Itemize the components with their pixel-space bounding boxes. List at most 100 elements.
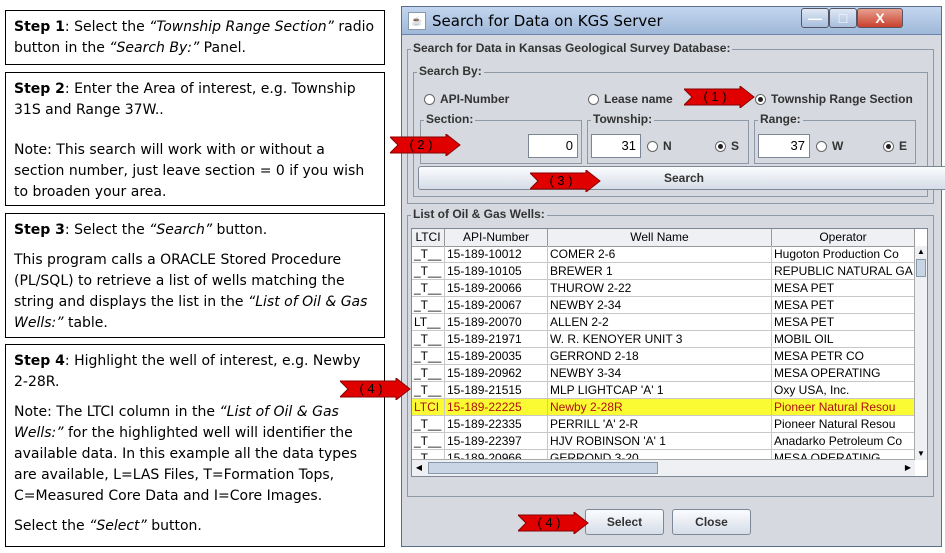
- table-row[interactable]: _T__ 15-189-10105 BREWER 1 REPUBLIC NATURAL…: [412, 263, 915, 280]
- step-4-text: : Highlight the well of interest, e.g. N…: [14, 353, 361, 390]
- table-cell: 15-189-22225: [445, 399, 548, 415]
- wells-table[interactable]: LTCI API-Number Well Name Operator _T__ 15-1…: [411, 228, 928, 477]
- step-2-box: Step 2: Enter the Area of interest, e.g.…: [5, 72, 385, 206]
- scroll-up-icon[interactable]: ▲: [915, 246, 927, 258]
- step-4-row-arrow: ( 4 ): [340, 378, 412, 400]
- table-row[interactable]: _T__ 15-189-20962 NEWBY 3-34 MESA OPERATING: [412, 365, 915, 382]
- step-1-em: “Township Range Section”: [149, 19, 334, 35]
- table-cell: _T__: [412, 280, 445, 296]
- table-cell: COMER 2-6: [548, 246, 772, 262]
- step-4-note-b: for the highlighted well will identifier…: [14, 425, 358, 504]
- close-window-button[interactable]: X: [857, 8, 903, 28]
- step-4-select-em: “Select”: [89, 518, 147, 534]
- table-row[interactable]: _T__ 15-189-21515 MLP LIGHTCAP 'A' 1 Oxy US…: [412, 382, 915, 399]
- close-button[interactable]: Close: [672, 509, 751, 535]
- table-cell: ALLEN 2-2: [548, 314, 772, 330]
- table-header: LTCI API-Number Well Name Operator: [412, 229, 915, 247]
- radio-east[interactable]: E: [883, 139, 907, 153]
- scroll-thumb[interactable]: [916, 259, 926, 277]
- wells-list-title: List of Oil & Gas Wells:: [411, 207, 547, 221]
- table-cell: _T__: [412, 382, 445, 398]
- table-row[interactable]: _T__ 15-189-20066 THUROW 2-22 MESA PET: [412, 280, 915, 297]
- radio-township-range-section[interactable]: Township Range Section: [755, 92, 913, 106]
- table-row[interactable]: _T__ 15-189-22397 HJV ROBINSON 'A' 1 Anadar…: [412, 433, 915, 450]
- step-3-body-b: table.: [63, 315, 108, 331]
- table-cell: Pioneer Natural Resou: [772, 399, 915, 415]
- table-cell: _T__: [412, 416, 445, 432]
- column-header-3[interactable]: Operator: [772, 229, 915, 246]
- table-cell: REPUBLIC NATURAL GA: [772, 263, 915, 279]
- step-2-note: Note: This search will work with or with…: [14, 142, 365, 200]
- column-header-2[interactable]: Well Name: [548, 229, 772, 246]
- hscroll-thumb[interactable]: [428, 462, 658, 474]
- step-1-arrow-label: ( 1 ): [703, 89, 727, 104]
- radio-west-dot: [816, 140, 827, 152]
- radio-west[interactable]: W: [816, 139, 843, 153]
- table-cell: 15-189-20035: [445, 348, 548, 364]
- table-cell: W. R. KENOYER UNIT 3: [548, 331, 772, 347]
- table-row[interactable]: _T__ 15-189-21971 W. R. KENOYER UNIT 3 MOBI…: [412, 331, 915, 348]
- table-row[interactable]: _T__ 15-189-20035 GERROND 2-18 MESA PETR CO: [412, 348, 915, 365]
- step-3-title: Step 3: [14, 222, 65, 238]
- table-cell: HJV ROBINSON 'A' 1: [548, 433, 772, 449]
- table-cell: THUROW 2-22: [548, 280, 772, 296]
- table-cell: MESA PET: [772, 314, 915, 330]
- table-cell: _T__: [412, 263, 445, 279]
- table-cell: MESA PET: [772, 280, 915, 296]
- radio-lease-name[interactable]: Lease name: [588, 92, 673, 106]
- title-bar[interactable]: ☕ Search for Data on KGS Server — □ X: [402, 7, 941, 35]
- range-input[interactable]: 37: [758, 134, 810, 158]
- table-cell: Hugoton Production Co: [772, 246, 915, 262]
- table-row-selected[interactable]: LTCI 15-189-22225 Newby 2-28R Pioneer Natur…: [412, 399, 915, 416]
- window-title: Search for Data on KGS Server: [432, 12, 663, 30]
- radio-south-label: S: [731, 139, 740, 153]
- scroll-left-icon[interactable]: ◀: [412, 460, 426, 476]
- column-header-1[interactable]: API-Number: [445, 229, 548, 246]
- table-cell: GERROND 2-18: [548, 348, 772, 364]
- step-3-text: : Select the: [64, 222, 150, 238]
- radio-west-label: W: [832, 139, 844, 153]
- radio-trs-label: Township Range Section: [771, 92, 913, 106]
- table-row[interactable]: LT__ 15-189-20070 ALLEN 2-2 MESA PET: [412, 314, 915, 331]
- table-cell: 15-189-22397: [445, 433, 548, 449]
- radio-api-label: API-Number: [440, 92, 510, 106]
- radio-south-dot: [715, 140, 726, 152]
- table-row[interactable]: _T__ 15-189-22335 PERRILL 'A' 2-R Pioneer N…: [412, 416, 915, 433]
- section-label: Section:: [424, 112, 476, 126]
- table-cell: Pioneer Natural Resou: [772, 416, 915, 432]
- select-button[interactable]: Select: [585, 509, 664, 535]
- radio-north[interactable]: N: [647, 139, 672, 153]
- table-row[interactable]: _T__ 15-189-20067 NEWBY 2-34 MESA PET: [412, 297, 915, 314]
- table-cell: 15-189-20962: [445, 365, 548, 381]
- radio-api-dot: [424, 93, 435, 105]
- radio-south[interactable]: S: [715, 139, 739, 153]
- table-cell: Oxy USA, Inc.: [772, 382, 915, 398]
- vertical-scrollbar[interactable]: ▲ ▼: [914, 246, 927, 460]
- scroll-right-icon[interactable]: ▶: [901, 460, 915, 476]
- column-header-0[interactable]: LTCI: [412, 229, 445, 246]
- search-button[interactable]: Search: [418, 166, 945, 190]
- database-search-title: Search for Data in Kansas Geological Sur…: [411, 41, 733, 55]
- step-1-text-c: Panel.: [199, 40, 246, 56]
- table-cell: NEWBY 2-34: [548, 297, 772, 313]
- step-4-title: Step 4: [14, 353, 65, 369]
- step-1-arrow: ( 1 ): [684, 86, 756, 108]
- step-3-text-b: button.: [212, 222, 268, 238]
- radio-trs-dot: [755, 93, 766, 105]
- radio-api-number[interactable]: API-Number: [424, 92, 509, 106]
- township-input[interactable]: 31: [591, 134, 641, 158]
- minimize-button[interactable]: —: [801, 8, 829, 28]
- table-cell: MLP LIGHTCAP 'A' 1: [548, 382, 772, 398]
- table-row[interactable]: _T__ 15-189-10012 COMER 2-6 Hugoton Product…: [412, 246, 915, 263]
- step-3-arrow: ( 3 ): [530, 170, 602, 192]
- table-cell: 15-189-20067: [445, 297, 548, 313]
- scroll-down-icon[interactable]: ▼: [915, 448, 927, 460]
- section-input[interactable]: 0: [528, 134, 578, 158]
- radio-lease-label: Lease name: [604, 92, 673, 106]
- step-4-select: Select the: [14, 518, 90, 534]
- table-cell: 15-189-20070: [445, 314, 548, 330]
- maximize-button[interactable]: □: [829, 8, 857, 28]
- table-cell: 15-189-20066: [445, 280, 548, 296]
- table-cell: _T__: [412, 348, 445, 364]
- horizontal-scrollbar[interactable]: ◀ ▶: [412, 459, 915, 476]
